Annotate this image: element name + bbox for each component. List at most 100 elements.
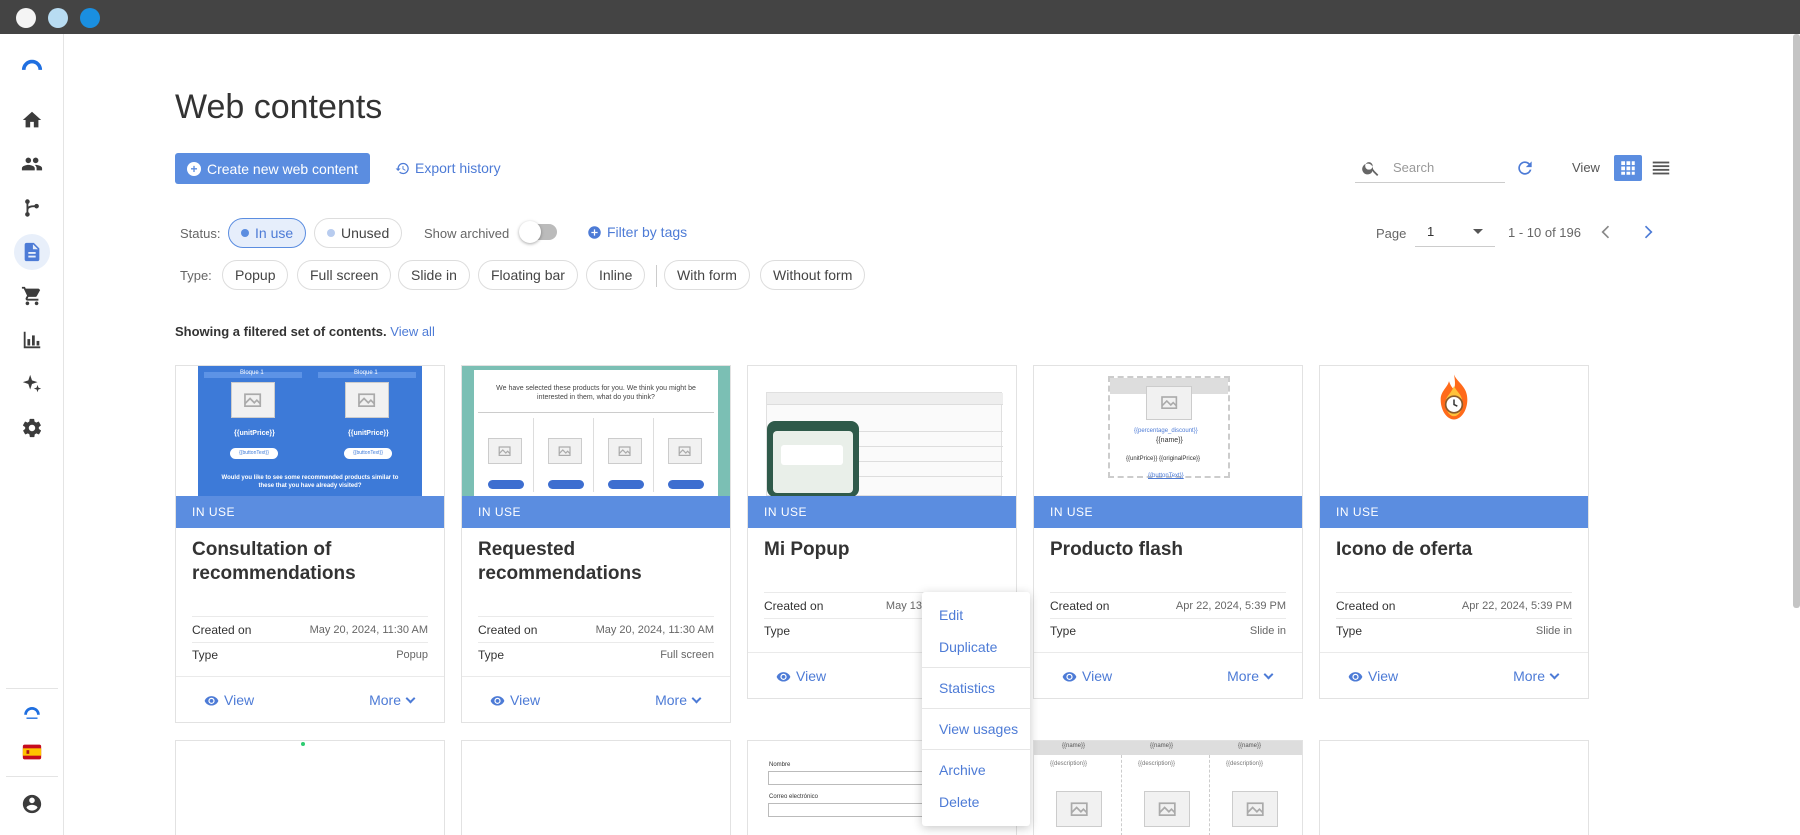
scrollbar[interactable]	[1793, 34, 1800, 608]
type-chip-full-screen[interactable]: Full screen	[297, 260, 392, 290]
account-icon[interactable]	[14, 786, 50, 822]
history-icon	[395, 162, 409, 174]
home-icon[interactable]	[14, 102, 50, 138]
thumb-column	[478, 418, 534, 492]
type-value: Full screen	[660, 649, 714, 661]
type-row: Type Full screen	[478, 642, 714, 667]
grid-view-button[interactable]	[1614, 155, 1642, 181]
chevron-down-icon	[405, 693, 416, 703]
menu-item-duplicate[interactable]: Duplicate	[939, 639, 997, 655]
menu-item-view-usages[interactable]: View usages	[939, 721, 1018, 737]
window-minimize-dot[interactable]	[48, 8, 68, 28]
more-button[interactable]: More	[655, 692, 702, 708]
sidebar-divider	[6, 688, 58, 689]
filter-by-tags-label: Filter by tags	[607, 224, 688, 240]
page-title: Web contents	[175, 88, 383, 126]
created-value: May 20, 2024, 11:30 AM	[595, 623, 714, 636]
content-card[interactable]: {{percentage_discount}} {{name}} {{unitP…	[1033, 365, 1303, 699]
gear-icon[interactable]	[14, 410, 50, 446]
window-maximize-dot[interactable]	[80, 8, 100, 28]
view-button[interactable]: View	[776, 668, 826, 684]
view-button[interactable]: View	[1062, 668, 1112, 684]
status-badge: IN USE	[1034, 496, 1302, 528]
type-row: Type Slide in	[1336, 618, 1572, 643]
more-label: More	[1227, 668, 1259, 684]
status-unused-chip[interactable]: Unused	[314, 218, 403, 248]
card-thumbnail: We have selected these products for you.…	[462, 366, 730, 496]
people-icon[interactable]	[14, 146, 50, 182]
more-button[interactable]: More	[369, 692, 416, 708]
more-button[interactable]: More	[1513, 668, 1560, 684]
type-chip-popup[interactable]: Popup	[222, 260, 289, 290]
thumb-mini-button	[488, 480, 524, 489]
menu-item-edit[interactable]: Edit	[939, 607, 963, 623]
type-label: Type	[1050, 624, 1077, 638]
sparkle-icon[interactable]	[14, 366, 50, 402]
content-card[interactable]	[175, 740, 445, 835]
view-button[interactable]: View	[204, 692, 254, 708]
list-view-button[interactable]	[1650, 157, 1672, 179]
thumb-column	[658, 418, 714, 492]
export-history-button[interactable]: Export history	[395, 160, 501, 176]
type-value: Popup	[396, 649, 428, 661]
thumb-unit-price: {{unitPrice}}	[234, 430, 275, 437]
flow-icon[interactable]	[14, 190, 50, 226]
window-close-dot[interactable]	[16, 8, 36, 28]
created-value: May 20, 2024, 11:30 AM	[309, 623, 428, 636]
chart-icon[interactable]	[14, 322, 50, 358]
sidebar-divider	[6, 776, 58, 777]
brand-logo-icon[interactable]	[14, 50, 50, 86]
created-value: Apr 22, 2024, 5:39 PM	[1175, 599, 1286, 612]
type-label: Type	[764, 624, 791, 638]
type-chip-with-form[interactable]: With form	[664, 260, 750, 290]
status-badge: IN USE	[462, 496, 730, 528]
refresh-icon[interactable]	[1515, 158, 1535, 178]
status-in-use-chip[interactable]: In use	[228, 218, 307, 248]
type-chip-without-form[interactable]: Without form	[760, 260, 866, 290]
content-card[interactable]	[461, 740, 731, 835]
card-title[interactable]: Requested recommendations	[478, 538, 718, 586]
eye-icon	[776, 671, 791, 681]
created-value: May 13	[885, 599, 922, 612]
thumb-description: {{description}}	[1050, 761, 1088, 767]
view-all-link[interactable]: View all	[390, 324, 435, 339]
create-web-content-button[interactable]: + Create new web content	[175, 153, 370, 184]
eye-icon	[1348, 671, 1363, 681]
content-card[interactable]: IN USE Icono de oferta Created on Apr 22,…	[1319, 365, 1589, 699]
search-input[interactable]	[1393, 160, 1493, 175]
card-title[interactable]: Mi Popup	[764, 538, 1004, 562]
thumb-description: {{description}}	[1138, 761, 1176, 767]
view-button[interactable]: View	[490, 692, 540, 708]
previous-page-icon[interactable]	[1596, 222, 1616, 242]
content-card[interactable]: We have selected these products for you.…	[461, 365, 731, 723]
created-row: Created on Apr 22, 2024, 5:39 PM	[1336, 593, 1572, 618]
type-chip-slide-in[interactable]: Slide in	[398, 260, 470, 290]
show-archived-toggle[interactable]	[519, 221, 557, 243]
filter-note-text: Showing a filtered set of contents.	[175, 324, 387, 339]
brand-logo-icon[interactable]	[14, 694, 50, 730]
content-card[interactable]	[1319, 740, 1589, 835]
eye-icon	[1062, 671, 1077, 681]
spain-flag-icon[interactable]	[14, 734, 50, 770]
view-button[interactable]: View	[1348, 668, 1398, 684]
menu-item-delete[interactable]: Delete	[939, 794, 979, 810]
cart-icon[interactable]	[14, 278, 50, 314]
content-card[interactable]: Bloque 1 Bloque 1 {{unitPrice}} {{unitPr…	[175, 365, 445, 723]
chevron-down-icon	[1549, 669, 1560, 679]
next-page-icon[interactable]	[1638, 222, 1658, 242]
document-icon[interactable]	[14, 234, 50, 270]
type-label: Type	[1336, 624, 1363, 638]
thumb-divider	[478, 412, 714, 413]
menu-item-statistics[interactable]: Statistics	[939, 680, 995, 696]
card-title[interactable]: Producto flash	[1050, 538, 1290, 562]
filter-by-tags-button[interactable]: Filter by tags	[587, 224, 687, 240]
menu-item-archive[interactable]: Archive	[939, 762, 986, 778]
card-title[interactable]: Icono de oferta	[1336, 538, 1576, 562]
content-card[interactable]: {{name}} {{description}} {{name}} {{desc…	[1033, 740, 1303, 835]
page-select[interactable]: 1	[1415, 217, 1495, 247]
thumbnail-background: Bloque 1 Bloque 1 {{unitPrice}} {{unitPr…	[198, 366, 422, 496]
more-button[interactable]: More	[1227, 668, 1274, 684]
card-title[interactable]: Consultation of recommendations	[192, 538, 432, 586]
type-chip-floating-bar[interactable]: Floating bar	[478, 260, 578, 290]
type-chip-inline[interactable]: Inline	[586, 260, 646, 290]
